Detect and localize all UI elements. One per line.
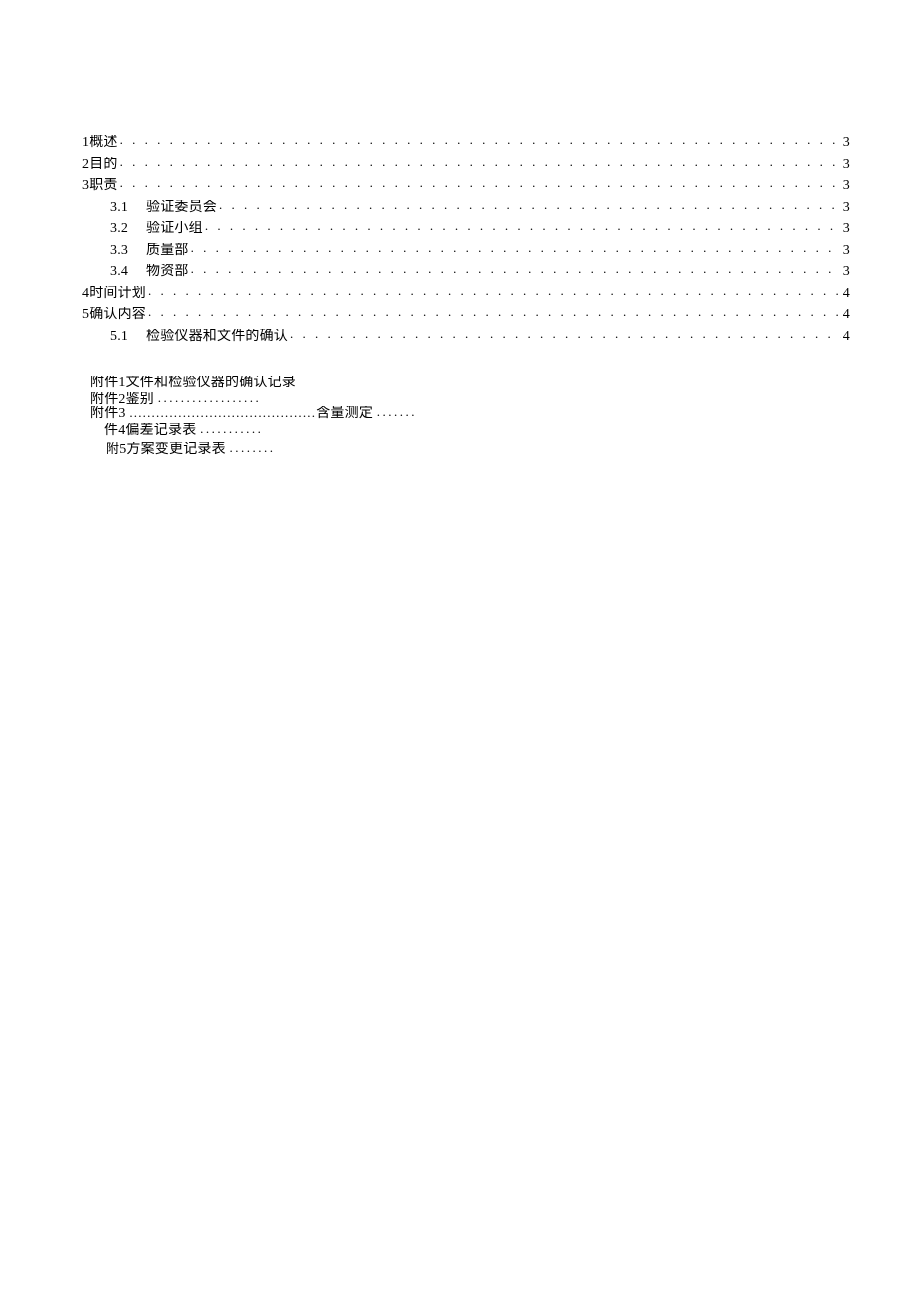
toc-entry-number: 5 xyxy=(82,308,89,322)
toc-leader-dots: . . . . . . . . . . . . . . . . . . . . … xyxy=(219,200,841,211)
attachment-line-5: 附 5 方案变更记录表 ........ xyxy=(90,442,850,457)
toc-entry: 3.1验证委员会. . . . . . . . . . . . . . . . … xyxy=(82,200,850,215)
toc-entry-number: 1 xyxy=(82,136,89,150)
toc-entry-number: 5.1 xyxy=(110,330,146,344)
attachment-5-prefix1: 附 xyxy=(106,442,119,455)
toc-entry-page: 3 xyxy=(841,136,850,150)
attachment-3-num: 3 xyxy=(118,407,125,421)
attachment-5-dots: ........ xyxy=(230,442,276,454)
attachment-4-title: 偏差记录表 xyxy=(125,424,196,438)
toc-entry: 2目的. . . . . . . . . . . . . . . . . . .… xyxy=(82,157,850,172)
attachment-line-4: 件4 偏差记录表 ........... xyxy=(90,423,850,438)
attachment-line-3: 附件 3 ...................................… xyxy=(90,406,850,421)
toc-entry-page: 3 xyxy=(841,158,850,172)
attachment-1-prefix: 附件1 xyxy=(90,376,126,390)
toc-leader-dots: . . . . . . . . . . . . . . . . . . . . … xyxy=(120,135,841,146)
table-of-contents: 1概述. . . . . . . . . . . . . . . . . . .… xyxy=(82,135,850,344)
toc-entry: 1概述. . . . . . . . . . . . . . . . . . .… xyxy=(82,135,850,150)
attachment-5-prefix2: 5 xyxy=(119,443,126,457)
toc-leader-dots: . . . . . . . . . . . . . . . . . . . . … xyxy=(148,307,841,318)
attachment-5-title: 方案变更记录表 xyxy=(126,443,225,457)
toc-leader-dots: . . . . . . . . . . . . . . . . . . . . … xyxy=(148,286,841,297)
attachment-3-dots-pre: ........................................… xyxy=(129,406,316,419)
toc-entry-number: 4 xyxy=(82,287,89,301)
toc-entry: 3.3质量部. . . . . . . . . . . . . . . . . … xyxy=(82,243,850,258)
toc-entry-page: 4 xyxy=(841,308,850,322)
attachment-line-1: 附件1 文件和检验仪器的确认记录 xyxy=(90,376,850,390)
attachment-4-dots: ........... xyxy=(200,423,263,435)
attachments-block: 附件1 文件和检验仪器的确认记录 附件 2 鉴别 ...............… xyxy=(82,376,850,457)
toc-entry-title: 概述 xyxy=(89,136,117,150)
toc-entry-number: 3.4 xyxy=(110,265,146,279)
toc-entry: 4时间计划. . . . . . . . . . . . . . . . . .… xyxy=(82,286,850,301)
toc-entry-page: 3 xyxy=(841,222,850,236)
toc-entry-page: 3 xyxy=(841,179,850,193)
toc-entry-title: 物资部 xyxy=(146,265,189,279)
toc-entry-number: 3.1 xyxy=(110,201,146,215)
toc-entry: 3职责. . . . . . . . . . . . . . . . . . .… xyxy=(82,178,850,193)
toc-entry: 3.4物资部. . . . . . . . . . . . . . . . . … xyxy=(82,264,850,279)
toc-entry-title: 职责 xyxy=(89,179,117,193)
toc-entry-page: 4 xyxy=(841,287,850,301)
toc-leader-dots: . . . . . . . . . . . . . . . . . . . . … xyxy=(120,178,841,189)
toc-entry-number: 3 xyxy=(82,179,89,193)
toc-leader-dots: . . . . . . . . . . . . . . . . . . . . … xyxy=(191,264,841,275)
toc-entry-title: 确认内容 xyxy=(89,308,146,322)
attachment-2-dots: .................. xyxy=(158,392,262,404)
attachment-2-title: 鉴别 xyxy=(126,393,154,407)
toc-leader-dots: . . . . . . . . . . . . . . . . . . . . … xyxy=(191,243,841,254)
toc-entry-number: 2 xyxy=(82,158,89,172)
attachment-2-num: 2 xyxy=(118,393,125,407)
toc-entry: 5确认内容. . . . . . . . . . . . . . . . . .… xyxy=(82,307,850,322)
toc-entry-title: 验证委员会 xyxy=(146,201,217,215)
toc-entry-number: 3.3 xyxy=(110,244,146,258)
toc-entry-title: 验证小组 xyxy=(146,222,203,236)
toc-entry-page: 3 xyxy=(841,201,850,215)
toc-entry-number: 3.2 xyxy=(110,222,146,236)
toc-entry: 3.2验证小组. . . . . . . . . . . . . . . . .… xyxy=(82,221,850,236)
attachment-2-prefix: 附件 xyxy=(90,393,118,407)
toc-entry-title: 检验仪器和文件的确认 xyxy=(146,330,288,344)
attachment-3-title: 含量测定 xyxy=(316,407,373,421)
attachment-3-dots-post: ....... xyxy=(377,406,417,418)
attachment-4-prefix: 件4 xyxy=(104,424,125,438)
toc-entry-page: 4 xyxy=(841,330,850,344)
toc-entry-title: 时间计划 xyxy=(89,287,146,301)
toc-leader-dots: . . . . . . . . . . . . . . . . . . . . … xyxy=(120,157,841,168)
toc-entry-page: 3 xyxy=(841,244,850,258)
attachment-3-prefix: 附件 xyxy=(90,407,118,421)
attachment-1-title: 文件和检验仪器的确认记录 xyxy=(126,376,296,390)
toc-entry-title: 质量部 xyxy=(146,244,189,258)
toc-leader-dots: . . . . . . . . . . . . . . . . . . . . … xyxy=(290,329,841,340)
toc-leader-dots: . . . . . . . . . . . . . . . . . . . . … xyxy=(205,221,841,232)
toc-entry-page: 3 xyxy=(841,265,850,279)
toc-entry-title: 目的 xyxy=(89,158,117,172)
toc-entry: 5.1检验仪器和文件的确认. . . . . . . . . . . . . .… xyxy=(82,329,850,344)
attachment-line-2: 附件 2 鉴别 .................. xyxy=(90,392,850,407)
